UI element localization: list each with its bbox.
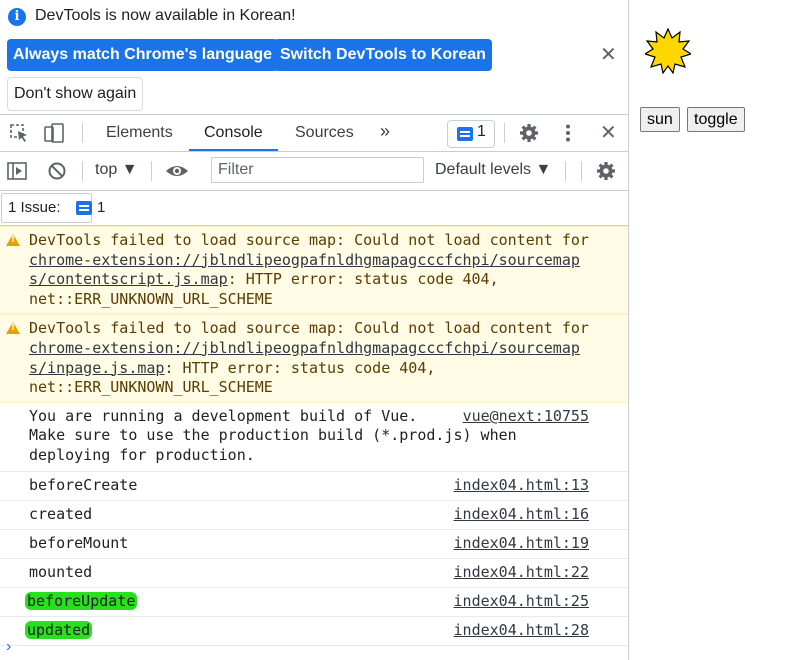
toolbar-divider: [581, 161, 582, 181]
sun-button[interactable]: sun: [640, 107, 680, 132]
close-devtools-icon[interactable]: ✕: [600, 115, 617, 151]
source-link[interactable]: index04.html:19: [454, 534, 589, 554]
warning-icon: [6, 234, 20, 246]
log-text: beforeMount: [29, 533, 129, 552]
source-link[interactable]: vue@next:10755: [463, 407, 589, 427]
console-prompt[interactable]: ›: [6, 638, 11, 656]
message-icon: [76, 201, 92, 215]
highlighted-log-text: beforeUpdate: [25, 591, 138, 610]
highlighted-log-text: updated: [25, 620, 93, 639]
source-link[interactable]: index04.html:25: [454, 592, 589, 612]
message-icon: [457, 127, 473, 141]
console-toolbar: top ▼ Default levels ▼: [0, 152, 628, 191]
toolbar-divider: [151, 161, 152, 181]
log-levels-dropdown[interactable]: Default levels ▼: [435, 161, 551, 179]
more-tabs-icon[interactable]: »: [380, 113, 390, 149]
issues-counter-button[interactable]: 1: [447, 120, 495, 148]
console-messages: DevTools failed to load source map: Coul…: [0, 226, 628, 646]
info-icon: i: [8, 8, 26, 26]
match-chrome-language-button[interactable]: Always match Chrome's language: [7, 39, 278, 71]
issues-count: 1: [477, 123, 486, 140]
log-text: mounted: [29, 562, 93, 581]
console-log-message: mounted index04.html:22: [0, 559, 628, 588]
warning-icon: [6, 322, 20, 335]
toggle-button[interactable]: toggle: [687, 107, 745, 132]
source-link[interactable]: index04.html:28: [454, 621, 589, 641]
source-link[interactable]: index04.html:16: [454, 505, 589, 525]
issues-button[interactable]: 1 Issue: 1: [1, 193, 105, 223]
tab-console[interactable]: Console: [189, 115, 278, 151]
device-toolbar-icon[interactable]: [44, 123, 64, 143]
source-link[interactable]: index04.html:13: [454, 476, 589, 496]
issues-label: 1 Issue:: [8, 199, 61, 216]
console-log-message: beforeMount index04.html:19: [0, 530, 628, 559]
live-expression-eye-icon[interactable]: [165, 161, 189, 181]
warning-text: DevTools failed to load source map: Coul…: [29, 231, 589, 249]
tab-elements[interactable]: Elements: [106, 115, 173, 151]
devtools-tabbar: Elements Console Sources » 1 ✕: [0, 115, 628, 152]
console-log-message: beforeCreate index04.html:13: [0, 472, 628, 501]
language-infobar: i DevTools is now available in Korean! A…: [0, 0, 628, 115]
dont-show-again-button[interactable]: Don't show again: [7, 77, 144, 111]
source-link[interactable]: index04.html:22: [454, 563, 589, 583]
show-sidebar-icon[interactable]: [7, 161, 27, 181]
context-selector[interactable]: top ▼: [95, 161, 138, 179]
console-log-message: updated index04.html:28: [0, 617, 628, 646]
console-warning-message: DevTools failed to load source map: Coul…: [0, 314, 628, 403]
console-log-message: beforeUpdate index04.html:25: [0, 588, 628, 617]
log-text: beforeCreate: [29, 475, 138, 494]
log-text: created: [29, 504, 93, 523]
more-options-icon[interactable]: [558, 123, 578, 143]
toolbar-divider: [504, 123, 505, 143]
settings-gear-icon[interactable]: [519, 123, 539, 143]
console-log-message: created index04.html:16: [0, 501, 628, 530]
issues-bar-count: 1: [97, 199, 106, 216]
console-settings-gear-icon[interactable]: [596, 161, 616, 181]
toolbar-divider: [82, 161, 83, 181]
warning-text: DevTools failed to load source map: Coul…: [29, 319, 589, 338]
page-viewport: [629, 0, 805, 660]
clear-console-icon[interactable]: [47, 161, 67, 181]
inspect-element-icon[interactable]: [9, 123, 29, 143]
console-warning-message: DevTools failed to load source map: Coul…: [0, 226, 628, 315]
toolbar-divider: [82, 123, 83, 143]
sun-image: [645, 28, 691, 74]
toolbar-divider: [565, 161, 566, 181]
tab-sources[interactable]: Sources: [295, 115, 354, 151]
infobar-close-icon[interactable]: ✕: [600, 42, 617, 67]
switch-to-korean-button[interactable]: Switch DevTools to Korean: [274, 39, 492, 71]
infobar-message: DevTools is now available in Korean!: [35, 7, 296, 24]
vue-message-line: Make sure to use the production build (*…: [29, 426, 517, 445]
console-info-message: You are running a development build of V…: [0, 403, 628, 472]
vue-message-line: deploying for production.: [29, 445, 255, 464]
console-filter-input[interactable]: [211, 157, 424, 183]
devtools-panel: i DevTools is now available in Korean! A…: [0, 0, 629, 660]
issues-bar: 1 Issue: 1: [0, 191, 628, 226]
